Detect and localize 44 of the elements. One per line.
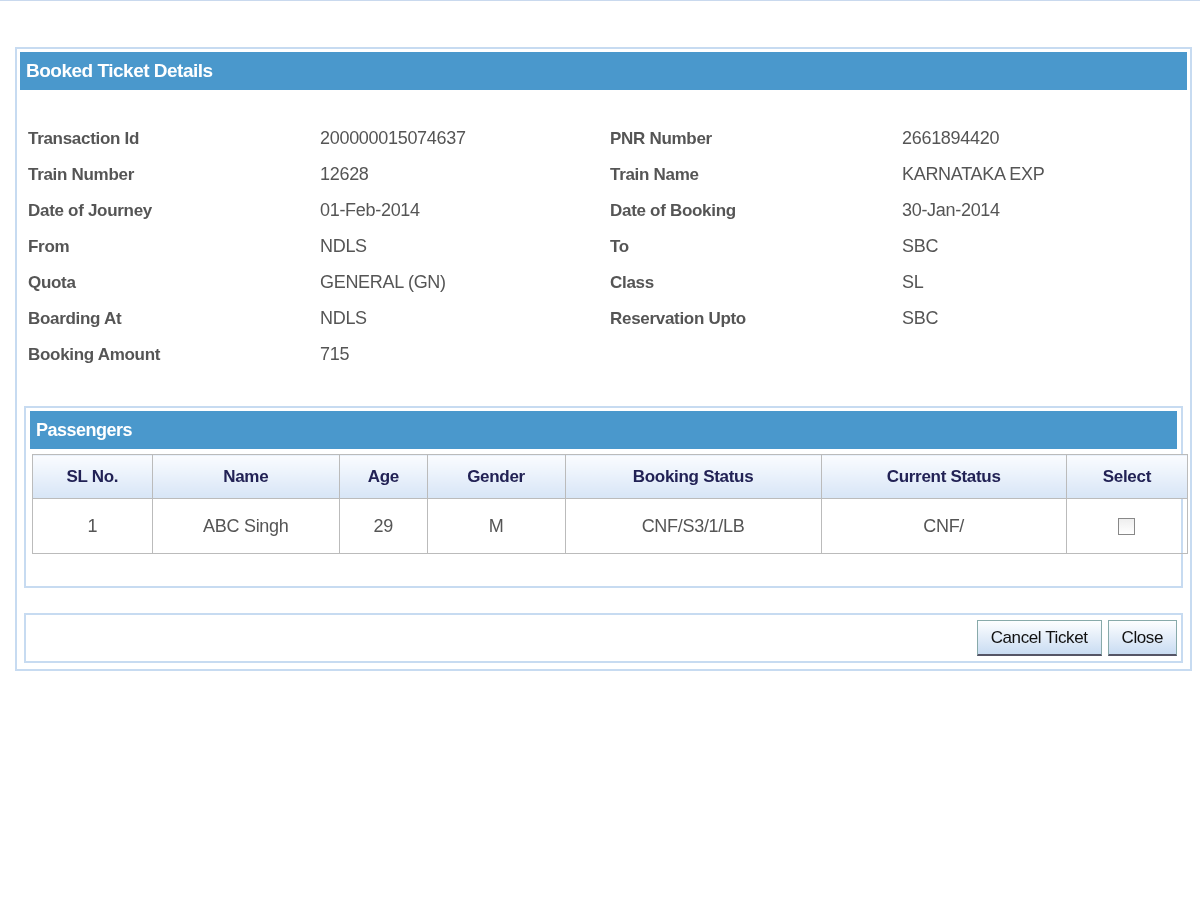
- field-label: Date of Journey: [28, 200, 153, 222]
- field-value: 01-Feb-2014: [320, 199, 421, 222]
- field-label: Boarding At: [28, 308, 123, 330]
- cancel-ticket-button[interactable]: Cancel Ticket: [976, 620, 1102, 656]
- field-label: Transaction Id: [28, 128, 141, 150]
- field-value: 12628: [320, 163, 370, 186]
- column-header: Gender: [427, 454, 566, 499]
- field-value: 2661894420: [902, 127, 1001, 150]
- section-title: Passengers: [30, 411, 1177, 449]
- table-cell: CNF/: [821, 498, 1067, 554]
- select-checkbox[interactable]: [1118, 518, 1136, 536]
- field-label: Quota: [28, 272, 77, 294]
- table-cell: M: [427, 498, 566, 554]
- dialog-title: Booked Ticket Details: [20, 52, 1187, 90]
- field-value: NDLS: [320, 307, 368, 330]
- field-label: Booking Amount: [28, 344, 162, 366]
- field-label: Reservation Upto: [610, 308, 747, 330]
- field-value: 200000015074637: [320, 127, 467, 150]
- column-header: Select: [1066, 454, 1188, 499]
- field-label: From: [28, 236, 71, 258]
- table-cell: ABC Singh: [152, 498, 340, 554]
- field-label: Class: [610, 272, 655, 294]
- column-header: Age: [339, 454, 428, 499]
- field-label: PNR Number: [610, 128, 713, 150]
- field-label: To: [610, 236, 630, 258]
- table-cell: 1: [32, 498, 153, 554]
- table-cell: CNF/S3/1/LB: [565, 498, 822, 554]
- field-value: 715: [320, 343, 351, 366]
- field-value: NDLS: [320, 235, 368, 258]
- field-value: SL: [902, 271, 925, 294]
- field-value: SBC: [902, 307, 940, 330]
- field-label: Date of Booking: [610, 200, 737, 222]
- field-value: 30-Jan-2014: [902, 199, 1001, 222]
- close-button[interactable]: Close: [1107, 620, 1177, 656]
- field-value: SBC: [902, 235, 940, 258]
- field-value: GENERAL (GN): [320, 271, 447, 294]
- column-header: SL No.: [32, 454, 153, 499]
- column-header: Booking Status: [565, 454, 822, 499]
- table-cell: 29: [339, 498, 428, 554]
- column-header: Name: [152, 454, 340, 499]
- field-value: KARNATAKA EXP: [902, 163, 1046, 186]
- column-header: Current Status: [821, 454, 1067, 499]
- field-label: Train Number: [28, 164, 135, 186]
- field-label: Train Name: [610, 164, 700, 186]
